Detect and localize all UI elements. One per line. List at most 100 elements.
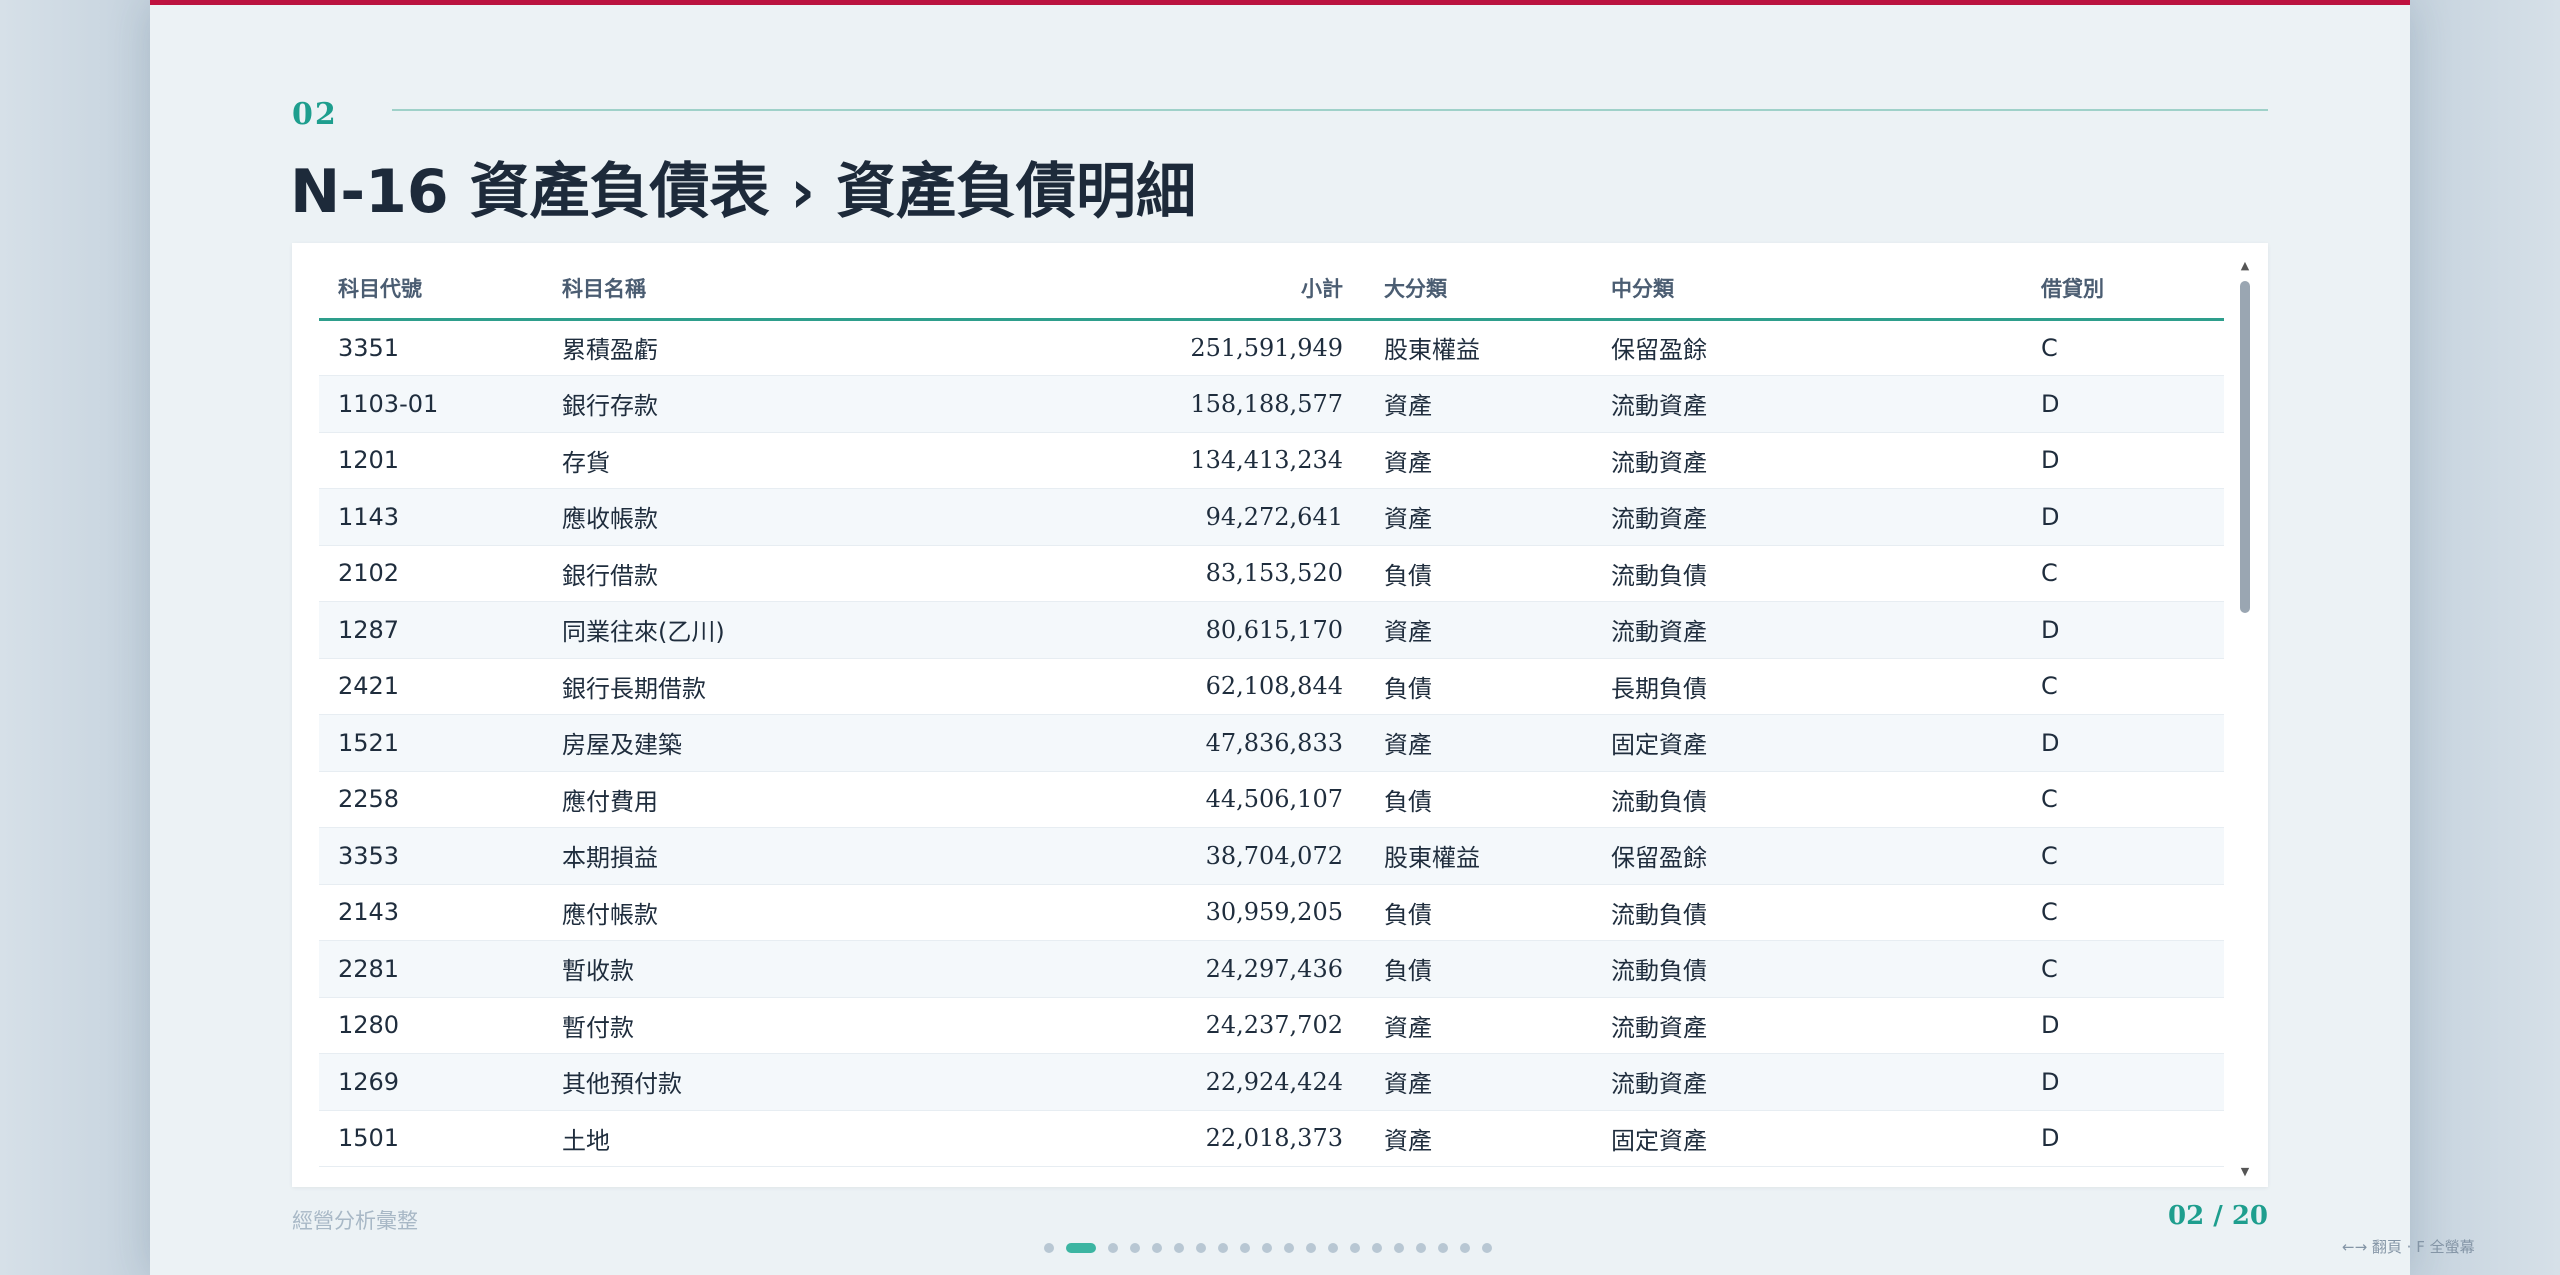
cell-minor-category: 保留盈餘	[1592, 827, 2022, 885]
cell-subtotal: 62,108,844	[985, 658, 1365, 715]
cell-debit-credit: D	[2022, 375, 2224, 433]
cell-minor-category: 流動資產	[1592, 1053, 2022, 1111]
cell-account-code: 2143	[319, 884, 543, 941]
pagination-dot[interactable]	[1262, 1243, 1272, 1253]
footer-label: 經營分析彙整	[292, 1209, 418, 1233]
cell-minor-category: 保留盈餘	[1592, 319, 2022, 376]
scrollbar-thumb[interactable]	[2240, 281, 2250, 613]
scroll-up-arrow-icon[interactable]: ▲	[2238, 259, 2252, 273]
table-row[interactable]: 3353 本期損益 38,704,072 股東權益 保留盈餘 C	[319, 827, 2224, 885]
cell-subtotal: 22,018,373	[985, 1110, 1365, 1167]
cell-subtotal: 24,297,436	[985, 940, 1365, 998]
pagination-dot[interactable]	[1482, 1243, 1492, 1253]
cell-debit-credit: C	[2022, 827, 2224, 885]
cell-major-category: 股東權益	[1365, 319, 1592, 376]
cell-debit-credit: C	[2022, 884, 2224, 941]
cell-debit-credit: D	[2022, 1110, 2224, 1167]
cell-minor-category: 固定資產	[1592, 1110, 2022, 1167]
column-header-subtotal[interactable]: 小計	[985, 259, 1365, 321]
cell-account-code: 2258	[319, 771, 543, 828]
cell-account-code: 2102	[319, 545, 543, 602]
cell-minor-category: 流動負債	[1592, 545, 2022, 602]
cell-subtotal: 24,237,702	[985, 997, 1365, 1054]
table-row[interactable]: 2102 銀行借款 83,153,520 負債 流動負債 C	[319, 545, 2224, 602]
cell-debit-credit: D	[2022, 1053, 2224, 1111]
cell-minor-category: 長期負債	[1592, 658, 2022, 715]
cell-account-name: 銀行借款	[543, 545, 985, 602]
table-row[interactable]: 2421 銀行長期借款 62,108,844 負債 長期負債 C	[319, 658, 2224, 715]
cell-account-code: 1280	[319, 997, 543, 1054]
cell-debit-credit: C	[2022, 319, 2224, 376]
pagination-dot[interactable]	[1240, 1243, 1250, 1253]
cell-account-name: 存貨	[543, 432, 985, 489]
table-row[interactable]: 3351 累積盈虧 251,591,949 股東權益 保留盈餘 C	[319, 319, 2224, 376]
table-row[interactable]: 2258 應付費用 44,506,107 負債 流動負債 C	[319, 771, 2224, 828]
cell-account-name: 房屋及建築	[543, 714, 985, 772]
pagination-dot[interactable]	[1130, 1243, 1140, 1253]
pagination-dot[interactable]	[1196, 1243, 1206, 1253]
table-row[interactable]: 1287 同業往來(乙川) 80,615,170 資產 流動資產 D	[319, 601, 2224, 659]
cell-minor-category: 流動資產	[1592, 375, 2022, 433]
cell-account-code: 1143	[319, 488, 543, 546]
table-row[interactable]: 1501 土地 22,018,373 資產 固定資產 D	[319, 1110, 2224, 1167]
cell-major-category: 負債	[1365, 771, 1592, 828]
table-row[interactable]: 1280 暫付款 24,237,702 資產 流動資產 D	[319, 997, 2224, 1054]
pagination-dot[interactable]	[1108, 1243, 1118, 1253]
cell-major-category: 股東權益	[1365, 827, 1592, 885]
table-row[interactable]: 1269 其他預付款 22,924,424 資產 流動資產 D	[319, 1053, 2224, 1111]
pagination-dot[interactable]	[1152, 1243, 1162, 1253]
page-indicator: 02 / 20	[2168, 1201, 2268, 1231]
slide-number: 02	[292, 97, 338, 132]
cell-account-name: 累積盈虧	[543, 319, 985, 376]
pagination-dot[interactable]	[1372, 1243, 1382, 1253]
cell-account-name: 其他預付款	[543, 1053, 985, 1111]
cell-minor-category: 流動資產	[1592, 432, 2022, 489]
scroll-down-arrow-icon[interactable]: ▼	[2238, 1165, 2252, 1179]
cell-major-category: 資產	[1365, 432, 1592, 489]
cell-major-category: 資產	[1365, 601, 1592, 659]
cell-debit-credit: D	[2022, 601, 2224, 659]
pagination-dot[interactable]	[1044, 1243, 1054, 1253]
cell-account-code: 2281	[319, 940, 543, 998]
cell-subtotal: 47,836,833	[985, 714, 1365, 772]
cell-debit-credit: C	[2022, 658, 2224, 715]
cell-subtotal: 22,924,424	[985, 1053, 1365, 1111]
pagination-dot[interactable]	[1218, 1243, 1228, 1253]
cell-subtotal: 30,959,205	[985, 884, 1365, 941]
column-header-major-category[interactable]: 大分類	[1365, 259, 1592, 321]
pagination-dot[interactable]	[1284, 1243, 1294, 1253]
table-row[interactable]: 1103-01 銀行存款 158,188,577 資產 流動資產 D	[319, 375, 2224, 433]
table-row[interactable]: 2143 應付帳款 30,959,205 負債 流動負債 C	[319, 884, 2224, 941]
cell-debit-credit: D	[2022, 714, 2224, 772]
cell-account-code: 1287	[319, 601, 543, 659]
keyboard-hint: ←→ 翻頁 · F 全螢幕	[2342, 1238, 2475, 1256]
cell-subtotal: 44,506,107	[985, 771, 1365, 828]
pagination-dot[interactable]	[1394, 1243, 1404, 1253]
table-row[interactable]: 1521 房屋及建築 47,836,833 資產 固定資產 D	[319, 714, 2224, 772]
table-body: 3351 累積盈虧 251,591,949 股東權益 保留盈餘 C 1103-01 銀行存款 1…	[319, 319, 2224, 1167]
cell-debit-credit: C	[2022, 940, 2224, 998]
pagination-dot[interactable]	[1306, 1243, 1316, 1253]
pagination-dot[interactable]	[1416, 1243, 1426, 1253]
column-header-debit-credit[interactable]: 借貸別	[2022, 259, 2224, 321]
pagination-dot[interactable]	[1460, 1243, 1470, 1253]
column-header-account-code[interactable]: 科目代號	[319, 259, 543, 321]
pagination-dot[interactable]	[1066, 1243, 1096, 1253]
pagination-dot[interactable]	[1438, 1243, 1448, 1253]
table-row[interactable]: 1143 應收帳款 94,272,641 資產 流動資產 D	[319, 488, 2224, 546]
cell-major-category: 資產	[1365, 488, 1592, 546]
cell-account-name: 土地	[543, 1110, 985, 1167]
cell-subtotal: 80,615,170	[985, 601, 1365, 659]
cell-major-category: 資產	[1365, 714, 1592, 772]
column-header-minor-category[interactable]: 中分類	[1592, 259, 2022, 321]
pagination-dot[interactable]	[1350, 1243, 1360, 1253]
background-right	[2410, 0, 2560, 1275]
column-header-account-name[interactable]: 科目名稱	[543, 259, 985, 321]
table-row[interactable]: 2281 暫收款 24,297,436 負債 流動負債 C	[319, 940, 2224, 998]
pagination-dot[interactable]	[1328, 1243, 1338, 1253]
table-scrollbar[interactable]: ▲ ▼	[2238, 259, 2252, 1179]
table-row[interactable]: 1201 存貨 134,413,234 資產 流動資產 D	[319, 432, 2224, 489]
pagination-dot[interactable]	[1174, 1243, 1184, 1253]
slide-title: N-16 資產負債表 › 資產負債明細	[290, 157, 1197, 227]
cell-account-name: 本期損益	[543, 827, 985, 885]
